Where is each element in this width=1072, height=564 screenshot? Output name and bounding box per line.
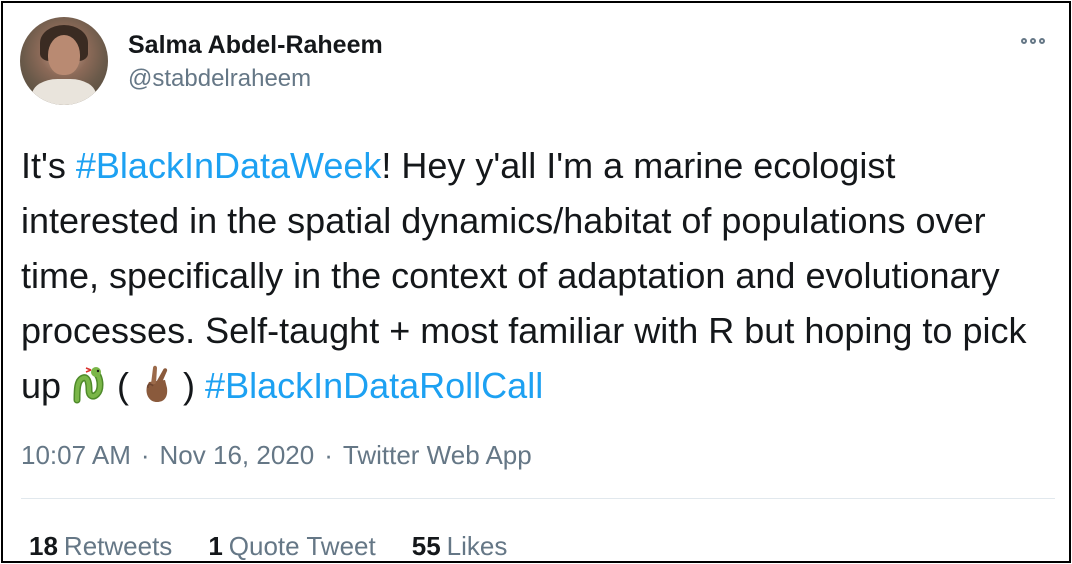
- tweet-stats: 18 Retweets 1 Quote Tweet 55 Likes: [29, 531, 507, 562]
- tweet-time[interactable]: 10:07 AM: [21, 440, 131, 470]
- retweets-stat[interactable]: 18 Retweets: [29, 531, 172, 562]
- avatar[interactable]: [20, 17, 108, 105]
- hashtag-link[interactable]: #BlackInDataWeek: [76, 145, 382, 186]
- meta-separator: ·: [324, 440, 333, 470]
- hashtag-link[interactable]: #BlackInDataRollCall: [205, 365, 543, 406]
- tweet-text-part: (: [107, 365, 140, 406]
- likes-stat[interactable]: 55 Likes: [412, 531, 508, 562]
- quote-tweets-stat[interactable]: 1 Quote Tweet: [208, 531, 375, 562]
- quote-tweets-label: Quote Tweet: [228, 531, 376, 561]
- tweet-source[interactable]: Twitter Web App: [343, 440, 532, 470]
- quote-tweets-count: 1: [208, 531, 223, 561]
- display-name[interactable]: Salma Abdel-Raheem: [128, 31, 383, 60]
- user-handle[interactable]: @stabdelraheem: [128, 65, 311, 93]
- tweet-text-part: It's: [21, 145, 76, 186]
- likes-label: Likes: [446, 531, 508, 561]
- avatar-face: [48, 35, 80, 75]
- retweets-label: Retweets: [63, 531, 173, 561]
- likes-count: 55: [411, 531, 441, 561]
- divider: [21, 498, 1055, 499]
- more-options-icon[interactable]: [1021, 31, 1057, 51]
- tweet-text: It's #BlackInDataWeek! Hey y'all I'm a m…: [21, 138, 1051, 419]
- tweet-card: Salma Abdel-Raheem @stabdelraheem It's #…: [1, 1, 1071, 563]
- retweets-count: 18: [29, 531, 58, 561]
- crossed-fingers-icon: [139, 364, 173, 419]
- snake-icon: [71, 364, 107, 419]
- tweet-text-part: ): [173, 365, 206, 406]
- tweet-date[interactable]: Nov 16, 2020: [160, 440, 315, 470]
- avatar-shirt: [32, 79, 96, 105]
- meta-separator: ·: [140, 440, 150, 470]
- tweet-meta: 10:07 AM · Nov 16, 2020 · Twitter Web App: [21, 440, 532, 471]
